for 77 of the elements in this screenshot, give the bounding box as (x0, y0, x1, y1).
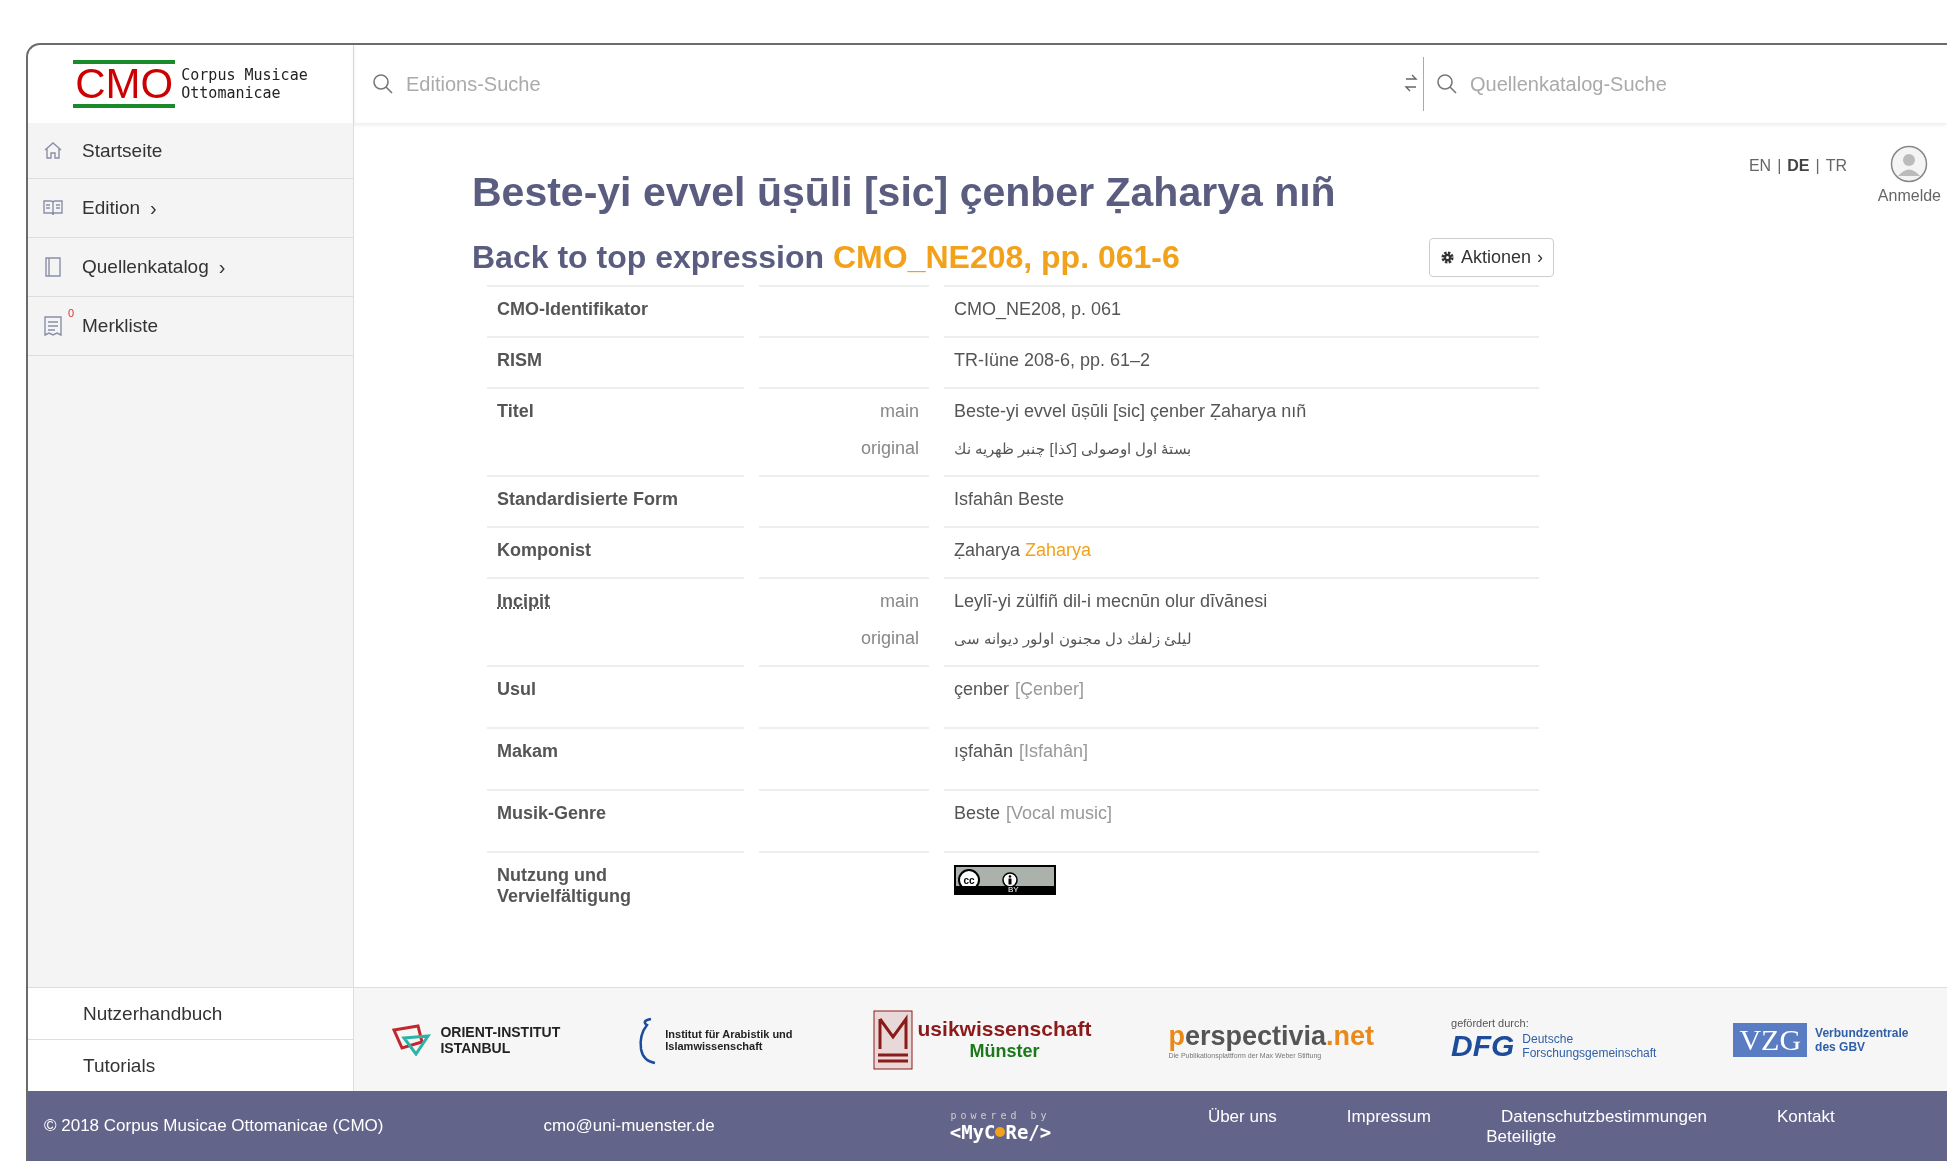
field-value: Ẓaharya (954, 540, 1021, 560)
gear-icon (1439, 250, 1455, 265)
page-subtitle: Back to top expression CMO_NE208, pp. 061-6 (472, 239, 1181, 276)
language-link[interactable]: TR (1825, 157, 1847, 175)
normalized-value: [Isfahân] (1019, 741, 1089, 761)
powered-by-text: powered by (950, 1109, 1051, 1121)
sidebar-item[interactable]: Startseite (28, 123, 353, 179)
qualifier-text: main (880, 591, 919, 611)
field-value: Beste (954, 803, 1001, 823)
home-icon (42, 139, 64, 162)
email-link[interactable]: cmo@uni-muenster.de (543, 1116, 715, 1136)
field-value: TR-Iüne 208-6, pp. 61–2 (954, 350, 1151, 370)
search-field[interactable]: Editions-Suche (404, 71, 1423, 97)
sidebar-item[interactable]: 0 Merkliste (28, 297, 353, 356)
actions-button[interactable]: Aktionen › (1428, 238, 1554, 277)
logo-text: Ottomanicae (181, 84, 282, 102)
footer-link[interactable]: Kontakt (1776, 1107, 1835, 1127)
login-link[interactable]: Anmelde (1877, 187, 1941, 205)
sidebar-label[interactable]: Startseite (82, 139, 163, 162)
footer-link[interactable]: Datenschutzbestimmungen (1500, 1107, 1707, 1127)
search-icon[interactable] (372, 73, 394, 95)
field-label: Titel (497, 401, 534, 421)
field-value: Beste-yi evvel ūṣūli [sic] çenber Ẓaharya nıñ (954, 401, 1307, 421)
field-label: Standardisierte Form (497, 489, 679, 509)
sidebar-link[interactable]: Tutorials (28, 1039, 353, 1091)
field-value: Isfahân Beste (954, 489, 1065, 509)
qualifier-text: original (860, 438, 919, 458)
sidebar-item[interactable]: Edition › (28, 179, 353, 238)
language-link[interactable]: DE (1787, 157, 1810, 175)
qualifier-text: original (860, 628, 919, 648)
book-icon (42, 256, 64, 278)
logo-text: Corpus Musicae (181, 66, 308, 84)
sidebar-label[interactable]: Merkliste (82, 315, 158, 337)
copyright-text: © 2018 Corpus Musicae Ottomanicae (CMO) (44, 1116, 384, 1136)
list-icon (42, 315, 64, 337)
field-value: بستهٔ اول اوصولی [كذا] چنبر ظهریه نك (954, 440, 1192, 457)
field-value: ليلئ زلفك دل مجنون اولور ديوانه سى (954, 630, 1192, 647)
footer-link[interactable]: Über uns (1207, 1107, 1277, 1127)
separator: | (1815, 157, 1820, 175)
mycore-logo[interactable]: <MyC Re/> (949, 1120, 1052, 1143)
field-label: Komponist (497, 540, 591, 560)
qualifier-text: main (880, 401, 919, 421)
field-label: Musik-Genre (497, 803, 607, 823)
separator: | (1777, 157, 1782, 175)
field-value: ışfahān (954, 741, 1014, 761)
language-link[interactable]: EN (1748, 157, 1772, 175)
field-value: CMO_NE208, p. 061 (954, 299, 1122, 319)
user-icon[interactable] (1890, 145, 1929, 183)
normalized-value: [Çenber] (1015, 679, 1085, 699)
sidebar-label[interactable]: Edition (82, 197, 141, 219)
license-badge[interactable]: cc BY (954, 865, 1056, 895)
field-value: Leylī-yi zülfiñ dil-i mecnūn olur dīvānesi (954, 591, 1268, 611)
logo-mark[interactable]: CMO (73, 60, 176, 108)
search-field[interactable]: Quellenkatalog-Suche (1468, 71, 1947, 97)
field-value: çenber (954, 679, 1010, 699)
field-label: Nutzung und Vervielfältigung (497, 865, 632, 906)
field-label: Usul (497, 679, 536, 699)
chevron-icon: › (1537, 247, 1543, 268)
field-label: CMO-Identifikator (497, 299, 648, 319)
sidebar-item[interactable]: Quellenkatalog › (28, 238, 353, 297)
field-label: RISM (497, 350, 542, 370)
sidebar-link[interactable]: Nutzerhandbuch (28, 987, 353, 1039)
partner-logo[interactable]: Institut für Arabistik und Islamwissenschaft (637, 1014, 793, 1065)
partner-logo[interactable]: VZG Verbundzentrale des GBV (1733, 1022, 1909, 1057)
footer-link[interactable]: Beteiligte (1486, 1127, 1557, 1147)
footer-link[interactable]: Impressum (1346, 1107, 1431, 1127)
partner-logo[interactable]: ORIENT-INSTITUT ISTANBUL (392, 1023, 561, 1056)
chevron-icon: › (218, 255, 226, 279)
search-icon[interactable] (1436, 73, 1458, 95)
field-label: Makam (497, 741, 559, 761)
field-label: Incipit (497, 591, 550, 611)
count-text: 0 (67, 307, 74, 319)
normalized-value: [Vocal music] (1006, 803, 1113, 823)
page-title: Beste-yi evvel ūṣūli [sic] çenber Ẓaharya nıñ (472, 169, 1336, 216)
partner-logo[interactable]: usikwissenschaft Münster (869, 1008, 1092, 1071)
sidebar-label[interactable]: Quellenkatalog (82, 256, 209, 278)
chevron-icon: › (150, 196, 157, 220)
